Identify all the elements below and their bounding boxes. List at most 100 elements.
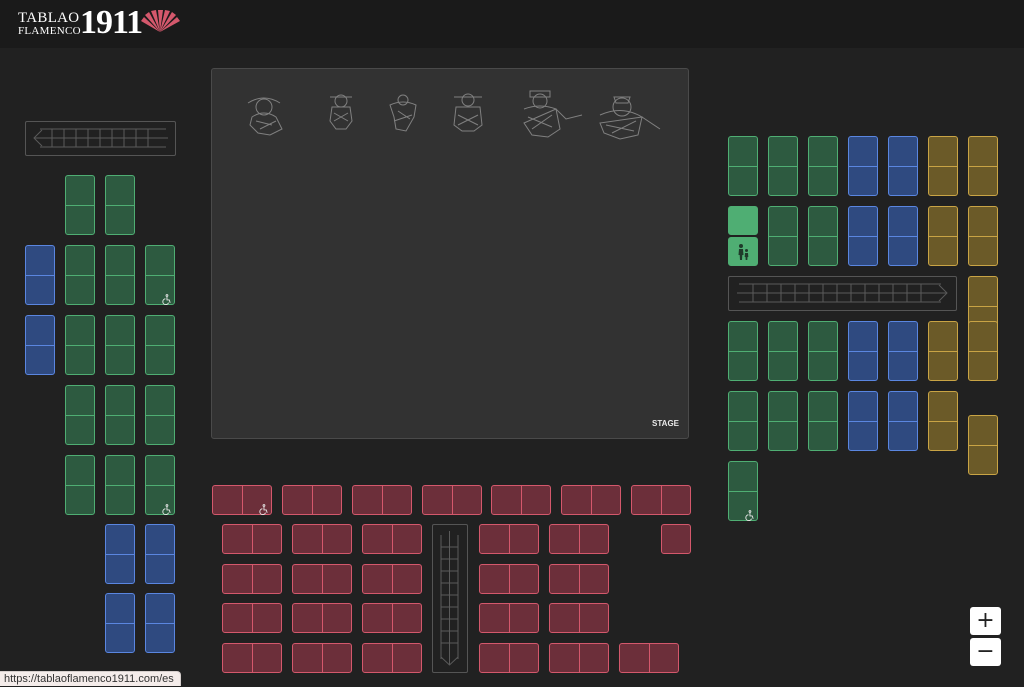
seat[interactable] [928,321,958,381]
seat[interactable] [362,524,422,554]
seat[interactable] [222,603,282,633]
seat[interactable] [105,455,135,515]
seat[interactable] [661,524,691,554]
seat-divider [106,622,134,624]
seat[interactable] [728,391,758,451]
seat[interactable] [222,643,282,673]
seat[interactable] [292,524,352,554]
seat[interactable] [888,136,918,196]
seat-divider [66,484,94,486]
seat[interactable] [222,564,282,594]
seat[interactable] [105,593,135,653]
seat[interactable] [888,391,918,451]
seat[interactable] [422,485,482,515]
seat[interactable] [808,391,838,451]
seat[interactable] [968,415,998,475]
seat[interactable] [479,524,539,554]
seat-divider [26,274,54,276]
seat-divider [106,274,134,276]
seat[interactable] [362,564,422,594]
seat[interactable] [848,136,878,196]
seat-divider [391,525,393,553]
seat[interactable] [848,391,878,451]
seat[interactable] [549,524,609,554]
seat[interactable] [728,206,758,235]
seat[interactable] [292,603,352,633]
wheelchair-seat[interactable] [212,485,272,516]
seat[interactable] [362,603,422,633]
seat[interactable] [479,564,539,594]
seat[interactable] [888,206,918,266]
seat[interactable] [728,136,758,196]
dancer-figure-4 [453,93,483,132]
seat[interactable] [479,603,539,633]
seat[interactable] [968,206,998,266]
family-seat[interactable] [728,237,758,266]
seat[interactable] [65,175,95,235]
seat[interactable] [222,524,282,554]
seat[interactable] [352,485,412,515]
zoom-out-button[interactable]: − [970,638,1001,666]
seat-divider [849,235,877,237]
seat[interactable] [145,385,175,445]
seat[interactable] [768,391,798,451]
seat[interactable] [808,206,838,266]
seat[interactable] [105,385,135,445]
seat[interactable] [282,485,342,515]
seat[interactable] [25,315,55,375]
seat[interactable] [549,564,609,594]
family-icon [733,242,753,262]
seat[interactable] [145,593,175,653]
seat-divider [508,604,510,632]
seat-divider [391,604,393,632]
wheelchair-seat[interactable] [145,245,175,306]
seat[interactable] [631,485,691,515]
seat-divider [381,486,383,514]
seat[interactable] [728,321,758,381]
seat[interactable] [25,245,55,305]
seat[interactable] [768,321,798,381]
logo-line2: FLAMENCO [18,25,81,37]
seat[interactable] [928,206,958,266]
seat[interactable] [65,385,95,445]
seat[interactable] [65,455,95,515]
seat[interactable] [928,391,958,451]
seat[interactable] [479,643,539,673]
seat[interactable] [549,643,609,673]
zoom-in-button[interactable]: + [970,607,1001,635]
aisle-left [25,121,176,156]
seat[interactable] [145,315,175,375]
seat[interactable] [968,136,998,196]
seat[interactable] [292,643,352,673]
seat[interactable] [848,321,878,381]
seat[interactable] [292,564,352,594]
seat[interactable] [768,136,798,196]
seat[interactable] [105,524,135,584]
seat[interactable] [65,315,95,375]
seat[interactable] [105,175,135,235]
seat[interactable] [768,206,798,266]
dancer-figure-1 [247,97,283,136]
arrow-down-icon [440,531,459,666]
seat[interactable] [968,321,998,381]
seat[interactable] [808,321,838,381]
wheelchair-seat[interactable] [728,461,758,522]
seat[interactable] [105,315,135,375]
seat[interactable] [65,245,95,305]
seat[interactable] [491,485,551,515]
seat[interactable] [561,485,621,515]
seat[interactable] [619,643,679,673]
seat[interactable] [848,206,878,266]
seat-divider [146,274,174,276]
seat[interactable] [549,603,609,633]
seat-divider [106,484,134,486]
wheelchair-seat[interactable] [145,455,175,516]
seat-divider [769,165,797,167]
seat[interactable] [105,245,135,305]
seat[interactable] [362,643,422,673]
seat[interactable] [888,321,918,381]
seat[interactable] [808,136,838,196]
seat[interactable] [145,524,175,584]
seat-divider [578,565,580,593]
seat[interactable] [928,136,958,196]
